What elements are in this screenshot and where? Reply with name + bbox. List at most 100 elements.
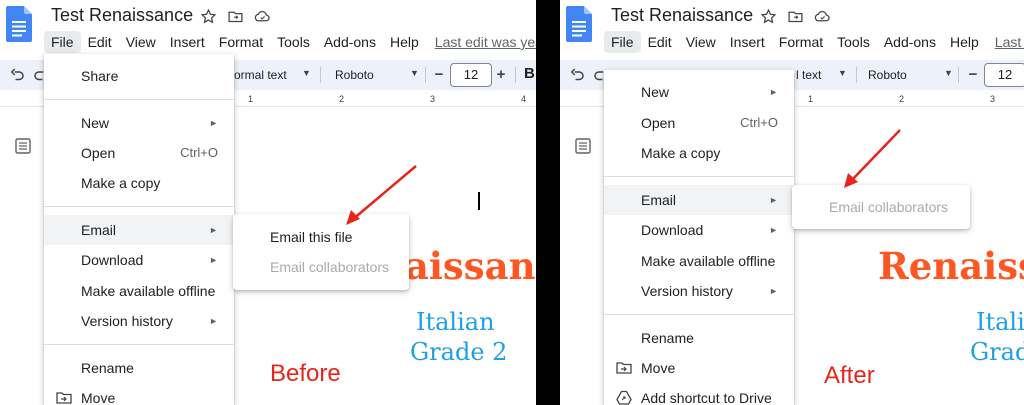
menu-item-label: Email (81, 222, 117, 238)
toolbar-divider (425, 67, 426, 83)
subtitle-line-1: Italian (416, 308, 495, 336)
last-edit-link[interactable]: Last edit was yeste (435, 31, 536, 53)
menu-item-new[interactable]: New ► (604, 77, 794, 107)
menu-item-label: Make a copy (81, 175, 161, 191)
paragraph-style-select[interactable]: ormal text (234, 68, 287, 82)
menu-help[interactable]: Help (383, 31, 426, 53)
chevron-right-icon: ► (769, 225, 778, 235)
menu-format[interactable]: Format (212, 31, 270, 53)
docs-logo-icon[interactable] (566, 6, 592, 42)
document-title[interactable]: Test Renaissance (611, 5, 753, 26)
document-title[interactable]: Test Renaissance (51, 5, 193, 26)
outline-icon[interactable] (15, 138, 31, 154)
menu-format[interactable]: Format (772, 31, 830, 53)
menu-file[interactable]: File (44, 31, 81, 53)
text-cursor (478, 192, 480, 210)
menu-divider (44, 344, 234, 345)
undo-icon[interactable] (8, 66, 26, 84)
menu-item-offline[interactable]: Make available offline (604, 246, 794, 276)
font-size-decrease-button[interactable]: − (428, 64, 450, 86)
menu-item-open[interactable]: Open Ctrl+O (604, 108, 794, 138)
ruler-tick: 2 (339, 94, 345, 104)
menu-item-open[interactable]: Open Ctrl+O (44, 138, 234, 168)
menu-item-label: Make available offline (641, 253, 776, 269)
folder-move-icon[interactable] (787, 8, 804, 25)
menu-item-email[interactable]: Email ► (44, 215, 234, 245)
bold-button[interactable]: B (524, 65, 535, 82)
drive-shortcut-icon (616, 390, 632, 405)
menu-insert[interactable]: Insert (723, 31, 772, 53)
menu-addons[interactable]: Add-ons (877, 31, 943, 53)
font-select[interactable]: Roboto (868, 68, 907, 82)
menu-item-share[interactable]: Share (44, 61, 234, 91)
toolbar-divider (320, 67, 321, 83)
cloud-status-icon[interactable] (254, 8, 271, 25)
menu-help[interactable]: Help (943, 31, 986, 53)
menu-item-label: Make available offline (81, 283, 216, 299)
menu-item-version-history[interactable]: Version history ► (44, 306, 234, 336)
menu-item-label: Share (81, 68, 119, 84)
menu-item-rename[interactable]: Rename (44, 353, 234, 383)
menu-edit[interactable]: Edit (81, 31, 119, 53)
menu-insert[interactable]: Insert (163, 31, 212, 53)
menu-item-move[interactable]: Move (604, 353, 794, 383)
star-icon[interactable] (760, 8, 777, 25)
menu-tools[interactable]: Tools (830, 31, 877, 53)
font-size-input[interactable]: 12 (450, 63, 492, 87)
menu-item-label: Download (641, 222, 704, 238)
menu-item-label: New (641, 84, 670, 100)
menu-divider (604, 314, 794, 315)
menu-item-download[interactable]: Download ► (604, 215, 794, 245)
menu-edit[interactable]: Edit (641, 31, 679, 53)
menu-item-label: Move (641, 360, 676, 376)
docs-logo-icon[interactable] (6, 6, 32, 42)
after-panel: Test Renaissance File Edit View Insert F… (560, 0, 1024, 405)
chevron-down-icon: ▼ (302, 68, 311, 78)
menu-item-version-history[interactable]: Version history ► (604, 276, 794, 306)
font-size-input[interactable]: 12 (984, 63, 1024, 87)
menu-view[interactable]: View (119, 31, 163, 53)
chevron-down-icon: ▼ (838, 68, 847, 78)
star-icon[interactable] (200, 8, 217, 25)
menu-item-label: Open (81, 145, 116, 161)
menu-view[interactable]: View (679, 31, 723, 53)
title-icons (760, 8, 831, 25)
menu-item-label: Make a copy (641, 145, 721, 161)
menu-file[interactable]: File (604, 31, 641, 53)
menu-shortcut: Ctrl+O (180, 145, 218, 160)
ruler-tick: 2 (899, 94, 905, 104)
cloud-status-icon[interactable] (814, 8, 831, 25)
menu-addons[interactable]: Add-ons (317, 31, 383, 53)
red-arrow-icon (346, 165, 417, 225)
outline-icon[interactable] (575, 138, 591, 154)
menu-item-new[interactable]: New ► (44, 108, 234, 138)
subtitle-line-1: Itali (976, 308, 1024, 336)
toolbar-divider (515, 67, 516, 83)
ruler-tick: 1 (248, 94, 254, 104)
folder-move-icon[interactable] (227, 8, 244, 25)
chevron-right-icon: ► (769, 195, 778, 205)
menu-item-rename[interactable]: Rename (604, 323, 794, 353)
menu-shortcut: Ctrl+O (740, 115, 778, 130)
font-size-decrease-button[interactable]: − (962, 64, 984, 86)
menu-item-move[interactable]: Move (44, 383, 234, 405)
menu-divider (44, 99, 234, 100)
menu-item-add-shortcut[interactable]: Add shortcut to Drive (604, 383, 794, 405)
red-arrow-icon (844, 129, 901, 188)
paragraph-style-select[interactable]: l text (796, 68, 821, 82)
menu-item-make-copy[interactable]: Make a copy (44, 168, 234, 198)
file-menu: New ► Open Ctrl+O Make a copy Email ► Downl… (604, 70, 794, 405)
font-select[interactable]: Roboto (335, 68, 374, 82)
menu-item-download[interactable]: Download ► (44, 245, 234, 275)
annotation-label: Before (270, 360, 341, 387)
last-edit-link[interactable]: Last e (995, 31, 1024, 53)
chevron-right-icon: ► (769, 286, 778, 296)
undo-icon[interactable] (568, 66, 586, 84)
menu-item-email[interactable]: Email ► (604, 185, 794, 215)
font-size-increase-button[interactable]: + (490, 64, 512, 86)
menu-tools[interactable]: Tools (270, 31, 317, 53)
toolbar-divider (958, 67, 959, 83)
move-folder-icon (616, 362, 632, 374)
menu-item-make-copy[interactable]: Make a copy (604, 138, 794, 168)
menu-item-offline[interactable]: Make available offline (44, 276, 234, 306)
